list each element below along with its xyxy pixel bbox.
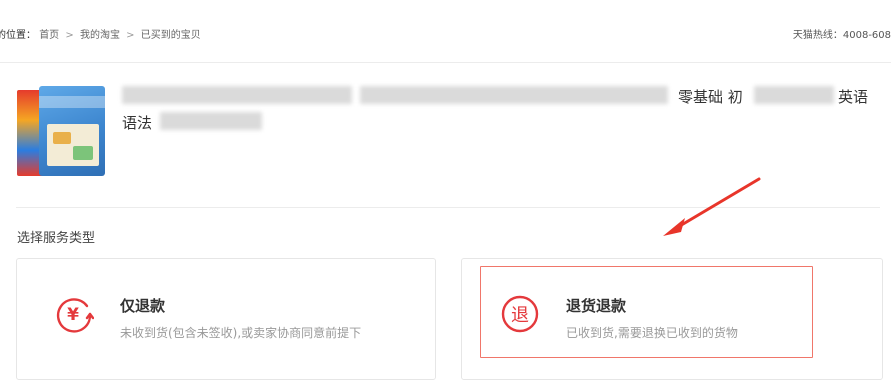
return-refund-title: 退货退款 [566, 297, 627, 315]
blurred-title-segment [122, 86, 352, 104]
title-fragment: 语法 [122, 114, 153, 132]
refund-only-option[interactable]: ¥ 仅退款 未收到货(包含未签收),或卖家协商同意前提下 [16, 258, 436, 380]
breadcrumb-purchased[interactable]: 已买到的宝贝 [141, 30, 201, 41]
title-fragment: 零基础 初 [678, 88, 743, 106]
return-glyph: 退 [511, 305, 529, 326]
book-cover-image [39, 86, 105, 176]
annotation-arrow-icon [663, 177, 761, 236]
yen-refund-icon: ¥ [56, 298, 94, 333]
refund-only-title: 仅退款 [120, 297, 166, 315]
breadcrumb-separator: > [65, 30, 74, 41]
blurred-title-segment [360, 86, 668, 104]
blurred-title-segment [754, 86, 834, 104]
title-fragment: 英语 [838, 88, 869, 106]
return-goods-icon: 退 [501, 295, 539, 333]
refund-only-desc: 未收到货(包含未签收),或卖家协商同意前提下 [120, 326, 362, 340]
blurred-title-segment [160, 112, 262, 130]
yen-glyph: ¥ [67, 305, 79, 325]
return-refund-desc: 已收到货,需要退换已收到的货物 [566, 326, 738, 340]
breadcrumb-my-taobao[interactable]: 我的淘宝 [80, 30, 120, 41]
breadcrumb: 的位置： 首页 > 我的淘宝 > 已买到的宝贝 [0, 26, 201, 41]
top-bar: 的位置： 首页 > 我的淘宝 > 已买到的宝贝 天猫热线：4008-608-0 [0, 0, 891, 63]
hotline-text: 天猫热线：4008-608-0 [792, 30, 891, 41]
product-title[interactable]: 零基础 初 英语 语法 [122, 84, 872, 134]
breadcrumb-lead: 的位置： [0, 30, 36, 41]
return-and-refund-option[interactable]: 退 退货退款 已收到货,需要退换已收到的货物 [461, 258, 883, 380]
service-type-label: 选择服务类型 [17, 231, 96, 246]
product-thumbnail[interactable] [17, 86, 105, 178]
breadcrumb-separator: > [126, 30, 135, 41]
breadcrumb-home[interactable]: 首页 [39, 30, 59, 41]
